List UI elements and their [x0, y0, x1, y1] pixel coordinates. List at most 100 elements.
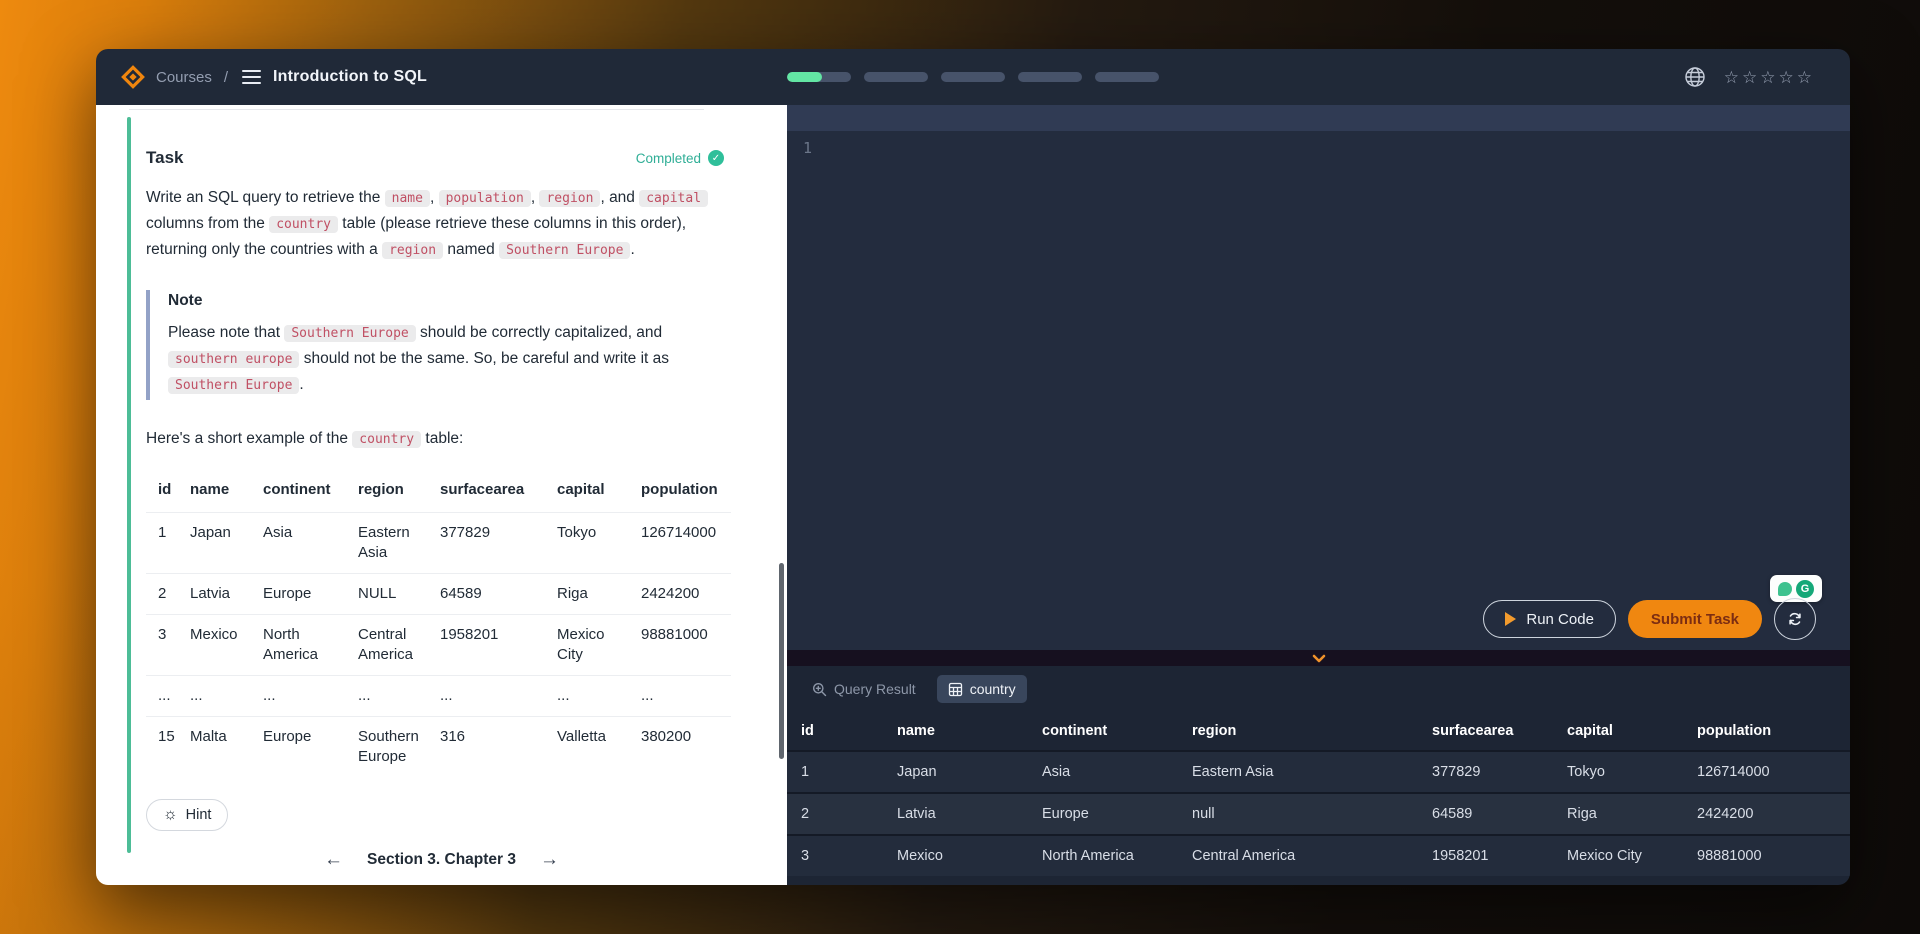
tab-country[interactable]: country	[937, 675, 1027, 703]
column-header: population	[1687, 712, 1850, 750]
refresh-icon	[1786, 610, 1804, 628]
text-segment: Here's a short example of the	[146, 430, 352, 447]
table-cell: Asia	[1032, 752, 1182, 792]
app-topbar: Courses / Introduction to SQL ☆☆☆☆☆	[96, 49, 1850, 105]
text-segment: should not be the same. So, be careful a…	[299, 350, 669, 367]
column-header: region	[1182, 712, 1422, 750]
table-cell: Eastern Asia	[1182, 752, 1422, 792]
star-icon[interactable]: ☆	[1742, 69, 1757, 86]
table-cell: North America	[263, 615, 358, 675]
table-cell: Japan	[887, 752, 1032, 792]
editor-actions: Run Code Submit Task	[1483, 598, 1816, 640]
reset-code-button[interactable]	[1774, 598, 1816, 640]
table-cell: ...	[146, 676, 190, 716]
table-cell: 64589	[440, 574, 557, 614]
star-icon[interactable]: ☆	[1779, 69, 1794, 86]
column-header: surfacearea	[1422, 712, 1557, 750]
prev-chapter-button[interactable]: ←	[324, 850, 343, 869]
table-cell: North America	[1032, 836, 1182, 876]
table-row: 3MexicoNorth AmericaCentral America19582…	[146, 614, 731, 675]
inline-code: southern europe	[168, 351, 299, 368]
inline-code: Southern Europe	[499, 242, 630, 259]
table-cell: 2424200	[641, 574, 731, 614]
breadcrumb-courses[interactable]: Courses	[156, 69, 212, 86]
inline-code: capital	[639, 190, 708, 207]
table-cell: 98881000	[1687, 836, 1850, 876]
globe-icon[interactable]	[1684, 66, 1706, 88]
hint-button[interactable]: ☼ Hint	[146, 799, 228, 831]
column-header: name	[887, 712, 1032, 750]
progress-segment[interactable]	[787, 72, 851, 82]
topbar-right: ☆☆☆☆☆	[1684, 66, 1812, 88]
table-cell: Mexico City	[557, 615, 641, 675]
tab-query-result[interactable]: Query Result	[801, 675, 927, 703]
main-area: Task Completed ✓ Write an SQL query to r…	[96, 105, 1850, 885]
rating-stars[interactable]: ☆☆☆☆☆	[1724, 69, 1812, 86]
table-row: 3MexicoNorth AmericaCentral America19582…	[787, 834, 1850, 876]
chevron-down-icon	[1312, 654, 1326, 663]
inline-code: population	[439, 190, 531, 207]
progress-segment[interactable]	[1018, 72, 1082, 82]
table-cell: Tokyo	[557, 513, 641, 573]
inline-code: country	[269, 216, 338, 233]
star-icon[interactable]: ☆	[1797, 69, 1812, 86]
task-description: Write an SQL query to retrieve the name,…	[146, 185, 724, 263]
panel-divider[interactable]	[787, 650, 1850, 666]
text-segment: .	[630, 241, 634, 258]
table-cell: 380200	[641, 717, 731, 777]
table-cell: 1958201	[1422, 836, 1557, 876]
tab-label: Query Result	[834, 681, 916, 697]
table-cell: ...	[358, 676, 440, 716]
submit-task-button[interactable]: Submit Task	[1628, 600, 1762, 638]
app-logo-icon[interactable]	[120, 64, 146, 90]
scrollbar-thumb[interactable]	[779, 563, 784, 759]
text-segment: should be correctly capitalized, and	[416, 324, 662, 341]
table-cell: Riga	[557, 574, 641, 614]
chapter-label: Section 3. Chapter 3	[367, 851, 516, 869]
table-cell: 316	[440, 717, 557, 777]
table-cell: 98881000	[641, 615, 731, 675]
progress-segment[interactable]	[864, 72, 928, 82]
run-code-button[interactable]: Run Code	[1483, 600, 1616, 638]
example-intro: Here's a short example of the country ta…	[146, 430, 724, 448]
text-segment: Write an SQL query to retrieve the	[146, 189, 385, 206]
column-header: capital	[557, 470, 641, 512]
column-header: name	[190, 470, 263, 512]
run-code-label: Run Code	[1526, 611, 1594, 628]
results-panel: Query Result country idnamecontinentregi…	[787, 666, 1850, 885]
table-cell: Europe	[263, 717, 358, 777]
table-cell: Mexico City	[1557, 836, 1687, 876]
table-cell: Latvia	[887, 794, 1032, 834]
star-icon[interactable]: ☆	[1724, 69, 1739, 86]
table-row: .....................	[146, 675, 731, 716]
code-editor[interactable]: 1 G Run Code Submit Task	[787, 105, 1850, 650]
progress-segment[interactable]	[941, 72, 1005, 82]
inline-code: region	[382, 242, 443, 259]
hint-label: Hint	[186, 807, 212, 823]
column-header: continent	[1032, 712, 1182, 750]
grammarly-leaf-icon	[1778, 582, 1792, 596]
text-segment: Please note that	[168, 324, 284, 341]
column-header: id	[146, 470, 190, 512]
table-row: 1JapanAsiaEastern Asia377829Tokyo1267140…	[787, 750, 1850, 792]
table-cell: 15	[146, 717, 190, 777]
note-title: Note	[168, 292, 724, 310]
table-cell: 2424200	[1687, 794, 1850, 834]
table-cell: Central America	[1182, 836, 1422, 876]
code-panel: 1 G Run Code Submit Task	[787, 105, 1850, 885]
menu-icon[interactable]	[242, 70, 261, 84]
zoom-icon	[812, 682, 827, 697]
progress-segment[interactable]	[1095, 72, 1159, 82]
text-segment: table:	[421, 430, 463, 447]
table-row: 2LatviaEuropeNULL64589Riga2424200	[146, 573, 731, 614]
table-cell: Valletta	[557, 717, 641, 777]
table-cell: ...	[263, 676, 358, 716]
next-chapter-button[interactable]: →	[540, 850, 559, 869]
table-cell: 2	[146, 574, 190, 614]
column-header: id	[787, 712, 887, 750]
table-cell: Mexico	[887, 836, 1032, 876]
star-icon[interactable]: ☆	[1760, 69, 1775, 86]
chapter-progress	[787, 72, 1159, 82]
editor-line-number: 1	[803, 139, 812, 157]
result-table-header: idnamecontinentregionsurfaceareacapitalp…	[787, 712, 1850, 750]
